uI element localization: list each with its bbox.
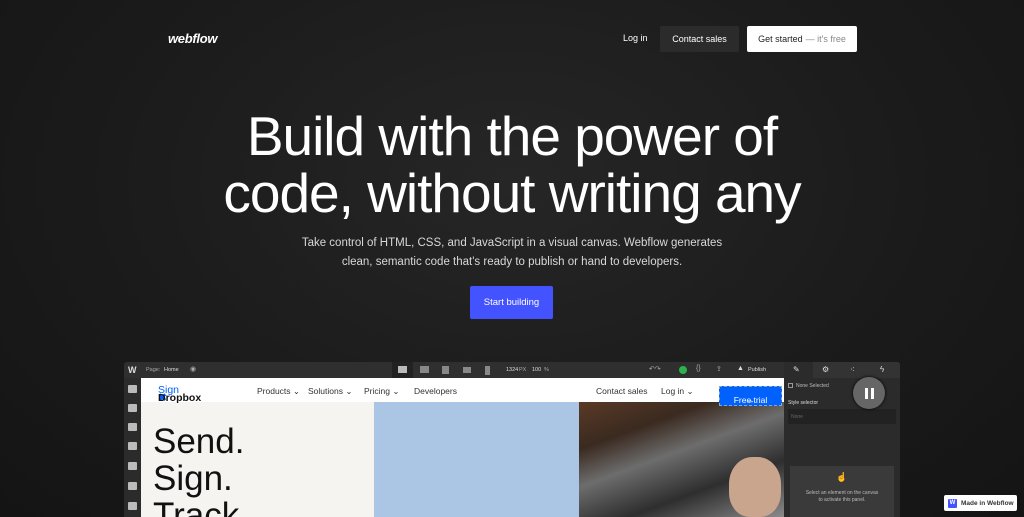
hint-line2: to activate this panel.	[818, 497, 866, 503]
navigator-icon[interactable]	[128, 423, 137, 431]
tablet-icon[interactable]	[442, 366, 449, 374]
page-label: Page:	[146, 367, 161, 373]
zoom-unit: %	[544, 367, 549, 373]
page-name[interactable]: Home	[164, 367, 179, 373]
components-icon[interactable]	[128, 404, 137, 412]
pause-icon	[864, 387, 868, 399]
phone-landscape-icon[interactable]	[463, 367, 471, 373]
designer-canvas[interactable]: Send. Sign. Track. ✖ Dropbox Sign Produc…	[141, 378, 784, 517]
brand-name: Dropbox	[158, 392, 202, 404]
nav-pricing[interactable]: Pricing ⌄	[364, 386, 399, 397]
panel-hint: ☝ Select an element on the canvas to activ…	[790, 466, 894, 517]
webflow-logo[interactable]: webflow	[168, 31, 217, 46]
free-trial-button[interactable]: Free trial →	[719, 386, 782, 406]
person-image	[729, 457, 781, 517]
subtitle-line2: clean, semantic code that's ready to pub…	[341, 256, 683, 268]
start-building-button[interactable]: Start building	[470, 286, 553, 319]
hero-title: Build with the power of code, without wri…	[0, 108, 1024, 222]
hero-line: Track.	[153, 496, 249, 517]
hero-subtitle: Take control of HTML, CSS, and JavaScrip…	[0, 234, 1024, 272]
cms-icon[interactable]	[128, 462, 137, 470]
get-started-label: Get started	[758, 34, 803, 44]
sitemap-icon[interactable]	[128, 482, 137, 490]
undo-redo-icon[interactable]: ↶↷	[649, 365, 661, 373]
eye-icon[interactable]: ◉	[190, 365, 196, 373]
phone-icon[interactable]	[485, 366, 490, 375]
none-selected-checkbox[interactable]	[788, 383, 793, 388]
rocket-icon: ▲	[737, 365, 744, 372]
nav-contact-sales[interactable]: Contact sales	[596, 386, 648, 396]
interactions-icon[interactable]: ⁖	[850, 365, 855, 374]
badge-label: Made in Webflow	[961, 499, 1014, 507]
get-started-suffix: — it's free	[805, 34, 846, 44]
arrow-right-icon: →	[746, 395, 755, 405]
canvas-width: 1324	[506, 367, 519, 373]
site-hero-blue-block	[374, 402, 579, 517]
export-icon[interactable]: ⇪	[716, 365, 722, 373]
site-hero-photo	[579, 402, 784, 517]
laptop-icon[interactable]	[420, 366, 429, 373]
panel-tabs: ✎ ⚙ ⁖ ϟ	[784, 362, 900, 378]
designer-left-sidebar	[124, 378, 141, 517]
subtitle-line1: Take control of HTML, CSS, and JavaScrip…	[301, 237, 723, 249]
get-started-button[interactable]: Get started — it's free	[747, 26, 857, 52]
site-nav: ✖ Dropbox Sign Products ⌄ Solutions ⌄ Pr…	[141, 378, 784, 406]
hint-line1: Select an element on the canvas	[805, 490, 879, 496]
pointer-hand-icon: ☝	[836, 472, 848, 482]
dropbox-sign-logo[interactable]: ✖ Dropbox Sign	[158, 384, 201, 404]
webflow-badge-icon: W	[948, 498, 957, 508]
contact-sales-button[interactable]: Contact sales	[660, 26, 739, 52]
designer-preview: W Page: Home ◉ 1324 PX 100 % ↶↷ {} ⇪ ▲ P…	[124, 362, 900, 517]
add-icon[interactable]	[128, 385, 137, 393]
lightning-icon[interactable]: ϟ	[880, 365, 884, 374]
made-in-webflow-badge[interactable]: W Made in Webflow	[944, 495, 1017, 511]
login-link[interactable]: Log in	[623, 33, 648, 43]
none-selected-label: None Selected	[796, 383, 829, 389]
style-selector-label: Style selector	[788, 400, 819, 406]
designer-logo: W	[128, 365, 137, 375]
nav-login[interactable]: Log in ⌄	[661, 386, 694, 397]
pause-video-button[interactable]	[853, 377, 885, 409]
status-check-icon	[679, 366, 687, 374]
code-icon[interactable]: {}	[696, 365, 701, 372]
site-hero-text: Send. Sign. Track.	[141, 402, 374, 517]
hero-title-line1: Build with the power of	[246, 105, 778, 167]
publish-button[interactable]: Publish	[748, 367, 766, 373]
hero-line: Sign.	[153, 459, 233, 498]
brush-icon: ✎	[793, 365, 800, 374]
hero-line: Send.	[153, 422, 245, 461]
nav-products[interactable]: Products ⌄	[257, 386, 300, 397]
zoom-level: 100	[532, 367, 542, 373]
users-icon[interactable]	[128, 502, 137, 510]
nav-developers[interactable]: Developers	[414, 386, 457, 396]
hero-title-line2: code, without writing any	[223, 162, 801, 224]
width-unit: PX	[519, 367, 527, 373]
gear-icon[interactable]: ⚙	[822, 365, 829, 374]
pause-icon	[870, 387, 874, 399]
style-selector-input[interactable]: None	[788, 409, 896, 424]
pages-icon[interactable]	[128, 442, 137, 450]
monitor-icon	[398, 366, 407, 373]
nav-solutions[interactable]: Solutions ⌄	[308, 386, 352, 397]
